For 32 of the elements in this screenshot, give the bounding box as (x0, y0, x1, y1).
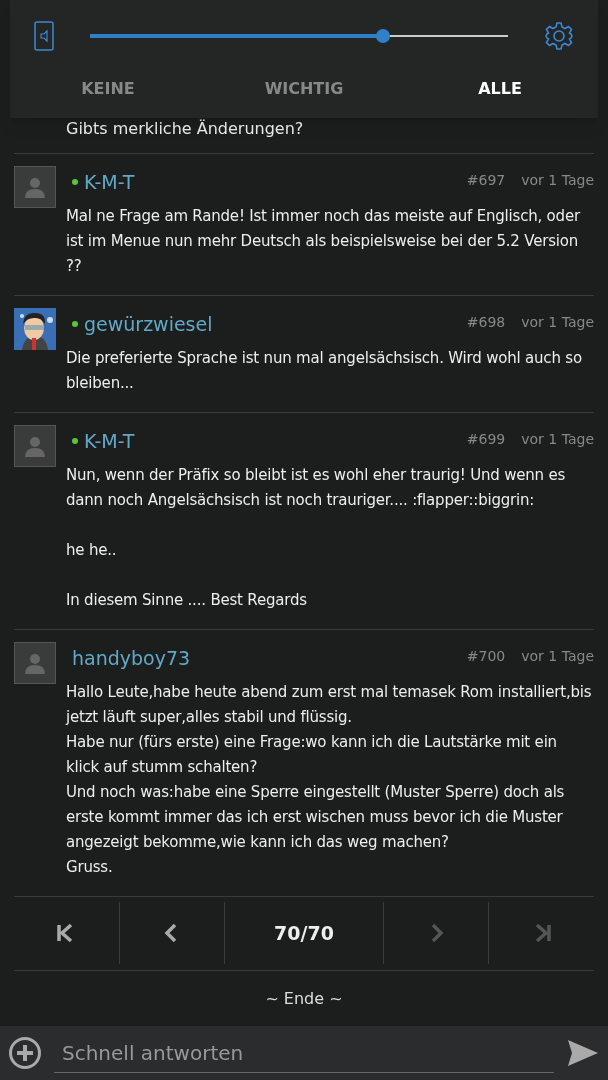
author-name[interactable]: K-M-T (84, 167, 135, 197)
post-text: Gibts merkliche Änderungen? (66, 118, 304, 138)
post-text: Mal ne Frage am Rande! Ist immer noch das meiste auf Englisch, oder ist im Menue nun mehr Deutsch als beispielsweise bei der 5.2 Version ?? (65, 205, 582, 277)
send-icon[interactable] (566, 1038, 600, 1069)
add-icon[interactable] (8, 1036, 42, 1071)
post-time: vor 1 Tage (521, 170, 594, 190)
phone-speaker-icon[interactable] (34, 21, 54, 51)
avatar-placeholder (14, 165, 56, 208)
volume-slider[interactable] (90, 28, 508, 44)
reply-input[interactable]: Schnell antworten (54, 1033, 554, 1074)
post-time: vor 1 Tage (521, 312, 594, 332)
avatar-placeholder (14, 424, 56, 467)
post-text: Nun, wenn der Präfix so bleibt ist es wohl eher traurig! Und wenn es dann noch Angelsächsisch ist noch trauriger.... :flapper::biggrin: he he.. In diesem Sinne .... Best Regards (65, 464, 567, 611)
post-text: Die preferierte Sprache ist nun mal angelsächsisch. Wird wohl auch so bleiben... (65, 347, 583, 394)
author-name[interactable]: handyboy73 (72, 643, 191, 673)
post-time: vor 1 Tage (521, 429, 594, 449)
filter-tab[interactable]: KEINE (10, 77, 206, 101)
avatar-placeholder (14, 641, 56, 684)
post-number[interactable]: #697 (466, 169, 506, 191)
post-time: vor 1 Tage (521, 646, 594, 666)
post-text: Hallo Leute,habe heute abend zum erst mal temasek Rom installiert,bis jetzt läuft super,alles stabil und flüssig. Habe nur (fürs erste) eine Frage:wo kann ich die Lautstärke mit ein klick auf stumm schalten? Und noch was:habe eine Sperre eingestellt (Muster Sperre) doch als erste kommt immer das ich erst wischen muss bevor ich die Muster angezeigt bekomme,wie kann ich das weg machen? Gruss. (64, 681, 593, 878)
filter-tab[interactable]: ALLE (402, 77, 598, 101)
post-number[interactable]: #700 (466, 645, 506, 667)
author-name[interactable]: K-M-T (84, 426, 135, 456)
filter-tab[interactable]: WICHTIG (206, 77, 402, 101)
slider-thumb[interactable] (375, 29, 390, 43)
page-selector[interactable]: 70/70 (274, 919, 334, 948)
settings-icon[interactable] (544, 21, 574, 51)
end-label: ~ Ende ~ (265, 987, 343, 1010)
author-name[interactable]: gewürzwiesel (84, 309, 213, 339)
post-number[interactable]: #698 (466, 311, 506, 333)
post-number[interactable]: #699 (466, 428, 506, 450)
